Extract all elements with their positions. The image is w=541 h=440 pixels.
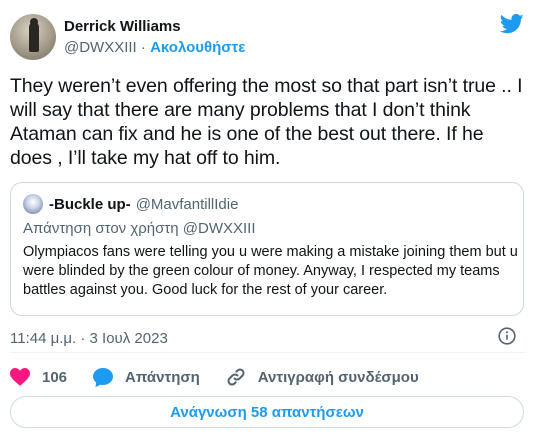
quoted-handle: @MavfantillIdie	[135, 195, 239, 213]
author-handle[interactable]: @DWXXIII	[64, 39, 137, 56]
like-count: 106	[42, 368, 68, 386]
handle-separator: ·	[140, 39, 146, 56]
heart-icon	[10, 368, 30, 386]
quoted-reply-context: Απάντηση στον χρήστη @DWXXIII	[23, 220, 256, 237]
tweet-meta: 11:44 μ.μ. · 3 Ιουλ 2023	[10, 325, 525, 351]
tweet-header: Derrick Williams @DWXXIII · Ακολουθήστε	[10, 12, 525, 62]
read-replies-button[interactable]: Ανάγνωση 58 απαντήσεων	[10, 396, 524, 428]
actions-divider	[10, 352, 525, 353]
quoted-text: Olympiacos fans were telling you u were …	[23, 244, 518, 298]
like-action[interactable]: 106	[10, 368, 67, 386]
follow-button[interactable]: Ακολουθήστε	[150, 39, 245, 56]
quoted-display-name: -Buckle up-	[49, 195, 131, 213]
reply-label: Απάντηση	[125, 368, 200, 386]
tweet-text: They weren’t even offering the most so t…	[10, 75, 523, 169]
link-icon	[227, 368, 245, 386]
author-names: Derrick Williams @DWXXIII · Ακολουθήστε	[64, 16, 245, 58]
quoted-tweet[interactable]: -Buckle up- @MavfantillIdie Απάντηση στο…	[10, 182, 524, 316]
quoted-header: -Buckle up- @MavfantillIdie	[23, 193, 511, 215]
copy-link-action[interactable]: Αντιγραφή συνδέσμου	[226, 367, 419, 387]
speech-bubble-icon	[93, 367, 114, 387]
author-display-name[interactable]: Derrick Williams	[64, 16, 245, 37]
quoted-avatar	[23, 194, 43, 214]
twitter-bird-icon[interactable]	[500, 14, 524, 34]
action-bar: 106 Απάντηση Αντιγραφή συνδέσμου	[10, 365, 445, 389]
tweet-timestamp[interactable]: 11:44 μ.μ. · 3 Ιουλ 2023	[10, 330, 168, 347]
author-avatar[interactable]	[10, 14, 56, 60]
reply-action[interactable]: Απάντηση	[93, 367, 200, 387]
author-handle-row: @DWXXIII · Ακολουθήστε	[64, 37, 245, 58]
copy-link-label: Αντιγραφή συνδέσμου	[257, 368, 419, 386]
info-icon[interactable]	[498, 327, 516, 345]
